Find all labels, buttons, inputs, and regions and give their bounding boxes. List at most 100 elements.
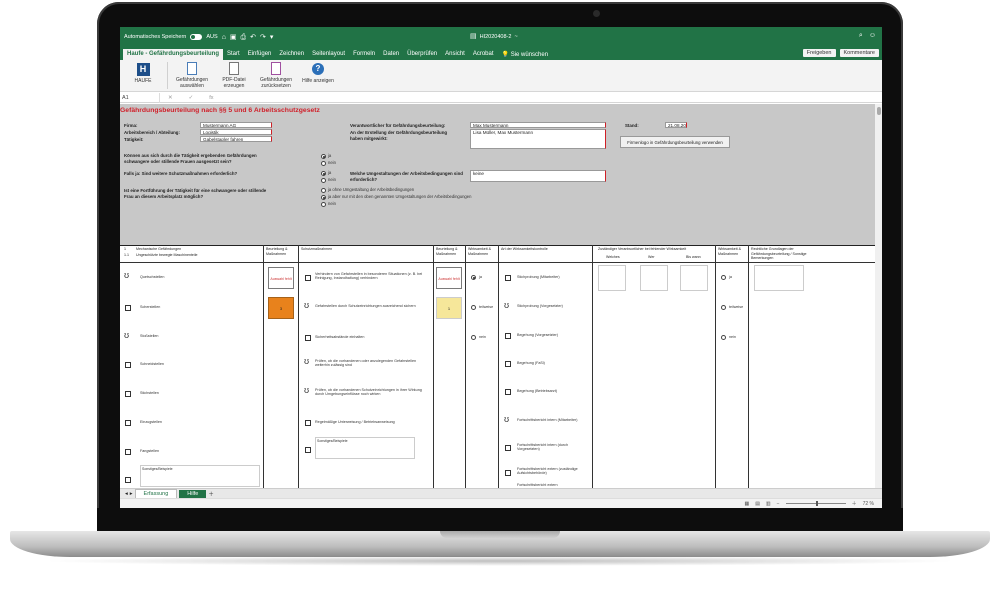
zoom-in-icon[interactable]: ＋ — [852, 500, 857, 507]
notes-box[interactable]: Sonstiges/Beispiele — [140, 465, 260, 487]
tab-haufe[interactable]: Haufe - Gefährdungsbeurteilung — [123, 49, 224, 60]
q4-radio-b[interactable] — [321, 195, 326, 200]
autosave-toggle[interactable] — [190, 34, 203, 40]
q1-radio-nein[interactable] — [321, 161, 326, 166]
tab-tell-me[interactable]: 💡 Sie wünschen — [498, 49, 553, 60]
wer-input[interactable] — [640, 265, 668, 291]
page-layout-icon[interactable]: ▤ — [755, 501, 760, 507]
q2-radio-nein[interactable] — [321, 178, 326, 183]
tab-einfuegen[interactable]: Einfügen — [244, 49, 276, 60]
control-checkbox[interactable] — [505, 275, 511, 281]
search-icon[interactable]: ⌕ — [859, 32, 863, 40]
row-checkbox[interactable] — [125, 449, 131, 455]
zoom-slider[interactable] — [785, 501, 846, 506]
control-checkbox[interactable] — [505, 361, 511, 367]
welches-input[interactable] — [598, 265, 626, 291]
risk-yellow[interactable]: 1 — [436, 297, 462, 319]
hand-check-icon[interactable]: ʊ — [304, 386, 309, 395]
hand-check-icon[interactable]: ʊ — [124, 331, 129, 340]
reset-hazards-button[interactable]: Gefährdungen zurücksetzen — [255, 62, 297, 89]
status-missing[interactable]: Auswahl fehlt — [268, 267, 294, 289]
hand-check-icon[interactable]: ʊ — [124, 271, 129, 280]
taetigkeit-input[interactable]: Gabelstapler fahren — [200, 136, 272, 142]
normal-view-icon[interactable]: ▦ — [744, 501, 749, 507]
hand-check-icon[interactable]: ʊ — [504, 301, 509, 310]
stand-input[interactable]: 21.08.20 — [665, 122, 687, 128]
firmenlogo-button[interactable]: Firmenlogo in Gefährdungsbeurteilung ver… — [620, 136, 730, 148]
save-icon[interactable]: ▣ — [230, 34, 237, 41]
bis-wann-input[interactable] — [680, 265, 708, 291]
account-icon[interactable]: ☺ — [869, 32, 876, 40]
help-button[interactable]: ? Hilfe anzeigen — [297, 62, 339, 89]
name-box[interactable]: A1 — [120, 92, 160, 103]
tab-ansicht[interactable]: Ansicht — [441, 49, 469, 60]
tab-seitenlayout[interactable]: Seitenlayout — [308, 49, 349, 60]
wirk2-radio[interactable] — [721, 305, 726, 310]
tab-zeichnen[interactable]: Zeichnen — [275, 49, 308, 60]
q1-radio-ja[interactable] — [321, 154, 326, 159]
sheet-tab-erfassung[interactable]: Erfassung — [134, 488, 178, 499]
arbeitsbereich-input[interactable]: Logistik — [200, 129, 272, 135]
control-checkbox[interactable] — [505, 445, 511, 451]
wirk-radio[interactable] — [471, 335, 476, 340]
hand-check-icon[interactable]: ʊ — [304, 301, 309, 310]
firma-input[interactable]: Mustermann AG — [200, 122, 272, 128]
nav-right-icon[interactable]: ▸ — [130, 491, 133, 497]
row-checkbox[interactable] — [125, 362, 131, 368]
row-checkbox[interactable] — [125, 391, 131, 397]
redo-icon[interactable]: ↷ — [260, 34, 266, 41]
notes-box[interactable]: Sonstiges/Beispiele — [315, 437, 415, 459]
pdf-button[interactable]: PDF-Datei erzeugen — [213, 62, 255, 89]
hand-check-icon[interactable]: ʊ — [304, 357, 309, 366]
undo-icon[interactable]: ↶ — [250, 34, 256, 41]
page-break-icon[interactable]: ▥ — [766, 501, 771, 507]
measure-checkbox[interactable] — [305, 335, 311, 341]
share-button[interactable]: Freigeben — [802, 49, 836, 57]
comments-button[interactable]: Kommentare — [839, 49, 879, 57]
fx-icon[interactable]: fx — [201, 95, 221, 101]
control-checkbox[interactable] — [505, 333, 511, 339]
tab-formeln[interactable]: Formeln — [349, 49, 379, 60]
verantwortlich-input[interactable]: Max Mustermann — [470, 122, 606, 128]
hand-check-icon[interactable]: ʊ — [504, 415, 509, 424]
add-sheet-icon[interactable]: ＋ — [208, 490, 214, 498]
wirk-radio[interactable] — [471, 305, 476, 310]
q3-input[interactable]: keine — [470, 170, 606, 182]
cancel-icon[interactable]: ✕ — [160, 95, 181, 101]
measure-checkbox[interactable] — [305, 420, 311, 426]
row-checkbox[interactable] — [125, 420, 131, 426]
nav-left-icon[interactable]: ◂ — [125, 491, 128, 497]
wirk-radio[interactable] — [471, 275, 476, 280]
control-checkbox[interactable] — [505, 389, 511, 395]
wirk2-radio[interactable] — [721, 335, 726, 340]
q4-radio-a[interactable] — [321, 188, 326, 193]
haufe-button[interactable]: H HAUFE — [122, 62, 164, 89]
erstellung-input[interactable]: Lisa Müller, Max Mustermann — [470, 129, 606, 149]
rechtl-input[interactable] — [754, 265, 804, 291]
sheet-title: Gefährdungsbeurteilung nach §§ 5 und 6 A… — [120, 107, 320, 114]
scroll-thumb[interactable] — [877, 107, 881, 115]
measure-checkbox[interactable] — [305, 275, 311, 281]
customize-icon[interactable]: ▾ — [270, 34, 274, 41]
control-checkbox[interactable] — [505, 470, 511, 476]
worksheet[interactable]: Gefährdungsbeurteilung nach §§ 5 und 6 A… — [120, 104, 875, 488]
tab-acrobat[interactable]: Acrobat — [469, 49, 498, 60]
tab-daten[interactable]: Daten — [379, 49, 403, 60]
print-icon[interactable]: ⎙ — [241, 34, 247, 41]
q2-radio-ja[interactable] — [321, 171, 326, 176]
confirm-icon[interactable]: ✓ — [181, 95, 202, 101]
row-checkbox[interactable] — [125, 477, 131, 483]
row-checkbox[interactable] — [125, 305, 131, 311]
home-icon[interactable]: ⌂ — [222, 34, 226, 41]
tab-ueberpruefen[interactable]: Überprüfen — [403, 49, 441, 60]
sheet-tab-hilfe[interactable]: Hilfe — [179, 489, 207, 498]
q4-radio-c[interactable] — [321, 202, 326, 207]
zoom-out-icon[interactable]: − — [777, 501, 780, 507]
measure-checkbox[interactable] — [305, 447, 311, 453]
tab-start[interactable]: Start — [223, 49, 244, 60]
select-hazards-button[interactable]: Gefährdungen auswählen — [171, 62, 213, 89]
status-missing[interactable]: Auswahl fehlt — [436, 267, 462, 289]
risk-orange[interactable]: 3 — [268, 297, 294, 319]
vertical-scrollbar[interactable] — [875, 104, 882, 488]
wirk2-radio[interactable] — [721, 275, 726, 280]
